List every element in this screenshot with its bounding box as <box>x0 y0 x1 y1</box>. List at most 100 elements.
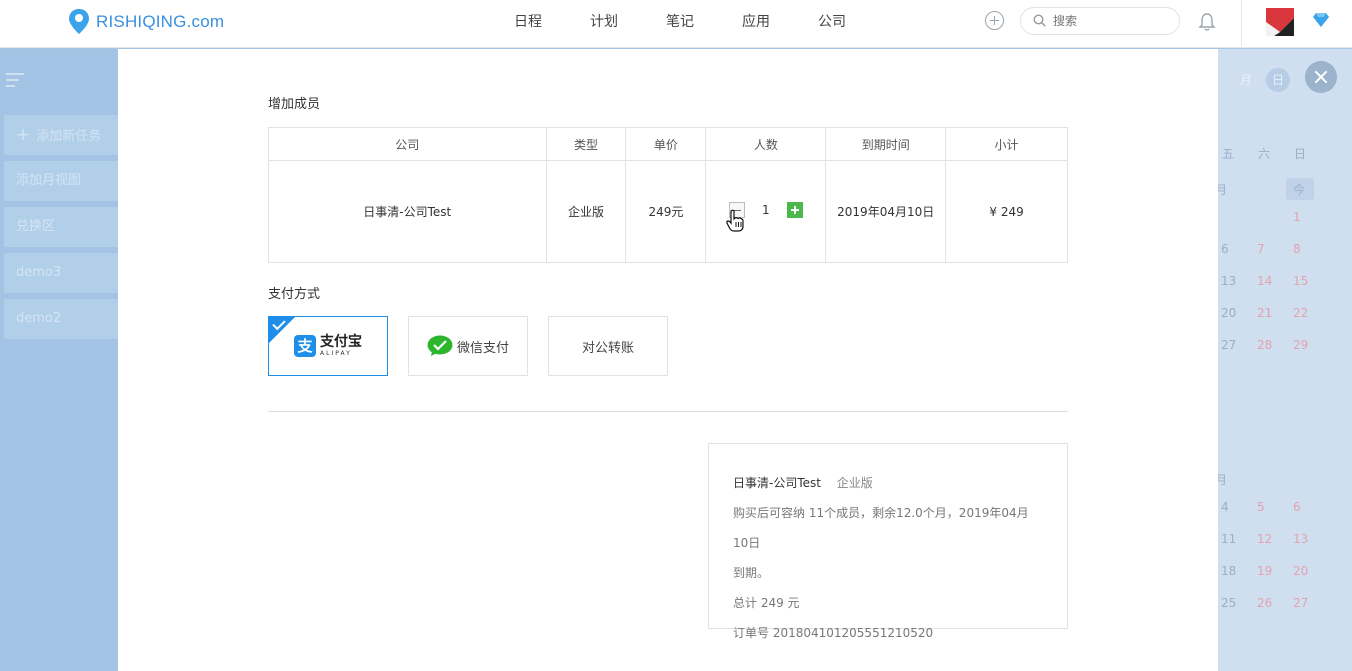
calendar-day: 22 <box>1293 306 1309 320</box>
alipay-icon: 支 <box>294 335 316 357</box>
col-subtotal: 小计 <box>945 127 1068 161</box>
alipay-en-label: ALIPAY <box>320 350 352 357</box>
order-summary: 日事清-公司Test 企业版 购买后可容纳 11个成员，剩余12.0个月，201… <box>708 443 1068 640</box>
tab-day[interactable]: 日 <box>1266 68 1290 92</box>
weekday-label: 日 <box>1294 147 1307 161</box>
summary-type: 企业版 <box>836 476 873 490</box>
cell-expiry: 2019年04月10日 <box>825 160 947 263</box>
purchase-modal: 增加成员 公司 类型 单价 人数 到期时间 小计 日事清-公司Test 企业版 … <box>118 49 1218 671</box>
summary-order-number: 订单号 201804101205551210520 <box>733 626 934 640</box>
col-price: 单价 <box>625 127 707 161</box>
cell-company: 日事清-公司Test <box>268 160 547 263</box>
logo-text: RISHIQING.com <box>96 12 225 31</box>
calendar-day: 19 <box>1257 564 1273 578</box>
top-bar: RISHIQING.com 日程 计划 笔记 应用 公司 <box>0 0 1352 48</box>
logo[interactable]: RISHIQING.com <box>68 8 224 36</box>
cell-quantity: 1 <box>705 160 827 263</box>
calendar-day: 13 <box>1221 274 1237 288</box>
nav-apps[interactable]: 应用 <box>718 0 794 48</box>
sidebar-item-exchange[interactable]: 兑换区 <box>4 207 118 247</box>
payment-method-title: 支付方式 <box>268 287 321 302</box>
divider <box>268 411 1068 412</box>
calendar-day: 6 <box>1221 242 1229 256</box>
today-label: 今 <box>1293 183 1306 197</box>
calendar-day: 18 <box>1221 564 1237 578</box>
payment-wechat-option[interactable]: 微信支付 <box>408 316 528 376</box>
sidebar-item-month-view[interactable]: 添加月视图 <box>4 161 118 201</box>
calendar-day: 4 <box>1221 500 1229 514</box>
col-company: 公司 <box>268 127 547 161</box>
summary-description-cont: 到期。 <box>733 566 770 580</box>
cell-price: 249元 <box>625 160 707 263</box>
nav-plan[interactable]: 计划 <box>566 0 642 48</box>
tab-month[interactable]: 月 <box>1234 68 1258 92</box>
calendar-day: 27 <box>1293 596 1309 610</box>
calendar-day: 15 <box>1293 274 1309 288</box>
calendar-day: 26 <box>1257 596 1273 610</box>
alipay-label: 支付宝 <box>320 334 362 350</box>
sidebar-item-demo2[interactable]: demo2 <box>4 299 118 339</box>
nav-company[interactable]: 公司 <box>794 0 870 48</box>
calendar-day: 13 <box>1293 532 1309 546</box>
plus-icon: + <box>16 125 31 145</box>
wechat-label: 微信支付 <box>456 340 509 356</box>
location-pin-icon <box>69 9 89 34</box>
calendar-day: 1 <box>1293 210 1301 224</box>
summary-total: 总计 249 元 <box>733 596 800 610</box>
sidebar: + 添加新任务 添加月视图 兑换区 demo3 demo2 <box>0 49 118 671</box>
diamond-icon[interactable] <box>1312 12 1330 28</box>
col-type: 类型 <box>545 127 627 161</box>
cell-subtotal: ¥ 249 <box>945 160 1068 263</box>
calendar-day: 14 <box>1257 274 1273 288</box>
calendar-day: 27 <box>1221 338 1237 352</box>
nav-schedule[interactable]: 日程 <box>490 0 566 48</box>
calendar-day: 20 <box>1221 306 1237 320</box>
add-circle-icon[interactable] <box>985 11 1004 30</box>
calendar-day: 7 <box>1257 242 1265 256</box>
calendar-day: 21 <box>1257 306 1273 320</box>
add-task-label: 添加新任务 <box>36 129 102 144</box>
nav-notes[interactable]: 笔记 <box>642 0 718 48</box>
col-quantity: 人数 <box>705 127 827 161</box>
avatar[interactable] <box>1266 8 1294 36</box>
calendar-day: 11 <box>1221 532 1237 546</box>
transfer-label: 对公转账 <box>581 340 634 356</box>
add-task-button[interactable]: + 添加新任务 <box>4 115 118 155</box>
main-nav: 日程 计划 笔记 应用 公司 <box>490 0 870 48</box>
calendar-view-tabs: 月 日 <box>1234 68 1290 92</box>
summary-company: 日事清-公司Test <box>733 476 821 490</box>
col-expiry: 到期时间 <box>825 127 947 161</box>
weekday-label: 五 <box>1222 147 1235 161</box>
wechat-icon <box>427 335 453 356</box>
header-divider <box>1241 0 1242 48</box>
weekday-label: 六 <box>1258 147 1271 161</box>
calendar-day: 28 <box>1257 338 1273 352</box>
calendar-day: 8 <box>1293 242 1301 256</box>
sidebar-item-demo3[interactable]: demo3 <box>4 253 118 293</box>
bell-icon[interactable] <box>1198 12 1216 32</box>
quantity-value: 1 <box>761 203 770 217</box>
add-members-title: 增加成员 <box>268 97 321 112</box>
calendar-day: 25 <box>1221 596 1237 610</box>
calendar-day: 20 <box>1293 564 1309 578</box>
calendar-day: 6 <box>1293 500 1301 514</box>
table-row: 日事清-公司Test 企业版 249元 1 2019年04月10日 ¥ 249 <box>268 160 1068 263</box>
table-header-row: 公司 类型 单价 人数 到期时间 小计 <box>268 127 1068 161</box>
close-button[interactable] <box>1305 61 1337 93</box>
payment-alipay-option[interactable]: 支 支付宝 ALIPAY <box>268 316 388 376</box>
alipay-logo: 支 支付宝 ALIPAY <box>294 335 362 357</box>
payment-transfer-option[interactable]: 对公转账 <box>548 316 668 376</box>
summary-header: 日事清-公司Test 企业版 <box>733 468 1043 498</box>
search-icon <box>1033 14 1046 27</box>
mini-calendar-panel <box>1218 49 1352 671</box>
hand-cursor-icon <box>726 209 744 232</box>
search-input[interactable] <box>1053 12 1173 30</box>
members-table: 公司 类型 单价 人数 到期时间 小计 日事清-公司Test 企业版 249元 … <box>268 127 1068 263</box>
menu-icon[interactable] <box>6 73 24 87</box>
cell-type: 企业版 <box>545 160 627 263</box>
calendar-day: 12 <box>1257 532 1273 546</box>
search-box[interactable] <box>1020 7 1180 35</box>
calendar-day: 29 <box>1293 338 1309 352</box>
increase-quantity-button[interactable] <box>786 202 803 218</box>
calendar-day: 5 <box>1257 500 1265 514</box>
